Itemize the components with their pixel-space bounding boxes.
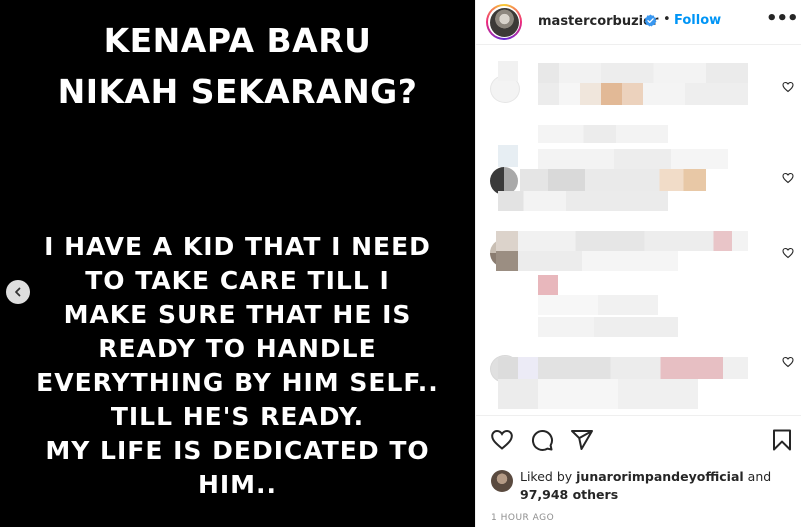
verified-badge-icon (644, 14, 657, 27)
blurred-text (518, 231, 748, 251)
previous-slide-button[interactable] (6, 280, 30, 304)
chevron-left-icon (15, 287, 21, 297)
comment-like-heart-icon[interactable] (782, 81, 794, 93)
comment-icon[interactable] (530, 428, 554, 452)
liked-by-avatar[interactable] (491, 470, 513, 492)
blurred-text (520, 169, 706, 191)
post-sidebar: mastercorbuzier • Follow ••• Liked by ju… (476, 0, 801, 527)
blurred-text (518, 251, 678, 271)
post-header: mastercorbuzier • Follow ••• (476, 0, 801, 45)
follow-button[interactable]: Follow (674, 13, 721, 28)
heart-icon[interactable] (490, 428, 514, 452)
comment-like-heart-icon[interactable] (782, 356, 794, 368)
comments-list (476, 45, 801, 415)
blurred-text (538, 317, 678, 337)
username-link[interactable]: mastercorbuzier (538, 14, 658, 29)
header-separator: • (663, 12, 671, 27)
blurred-text (538, 83, 748, 105)
avatar-image (489, 7, 519, 37)
post-body-line: READY TO HANDLE (98, 334, 377, 363)
blurred-text (538, 275, 558, 295)
blurred-text (498, 145, 518, 167)
post-title-line: KENAPA BARU (103, 21, 372, 60)
liked-by-conjunction: and (743, 469, 772, 484)
share-icon[interactable] (570, 428, 594, 452)
comment-like-heart-icon[interactable] (782, 172, 794, 184)
comment-like-heart-icon[interactable] (782, 247, 794, 259)
post-body-line: HIM.. (197, 470, 278, 499)
post-body-line: MAKE SURE THAT HE IS (63, 300, 412, 329)
post-body-line: EVERYTHING BY HIM SELF.. (36, 368, 439, 397)
blurred-text (498, 61, 518, 81)
blurred-text (498, 357, 748, 379)
post-title-line: NIKAH SEKARANG? (57, 72, 418, 111)
post-timestamp[interactable]: 1 HOUR AGO (491, 513, 554, 523)
blurred-text (538, 125, 668, 143)
bookmark-icon[interactable] (770, 428, 794, 452)
blurred-text (538, 149, 728, 169)
post-body-line: MY LIFE IS DEDICATED TO (45, 436, 430, 465)
blurred-text (498, 191, 668, 211)
more-options-icon[interactable]: ••• (766, 10, 799, 28)
likes-count-link[interactable]: 97,948 others (520, 487, 618, 502)
liked-by-prefix: Liked by (520, 469, 577, 484)
post-actions: Liked by junarorimpandeyofficial and 97,… (476, 415, 801, 528)
likes-summary: Liked by junarorimpandeyofficial and 97,… (520, 468, 790, 504)
post-body-line: I HAVE A KID THAT I NEED (44, 232, 431, 261)
blurred-text (538, 63, 748, 83)
blurred-text (498, 379, 698, 409)
avatar[interactable] (486, 4, 522, 40)
post-image: KENAPA BARU NIKAH SEKARANG? I HAVE A KID… (0, 0, 475, 527)
post-body-line: TILL HE'S READY. (110, 402, 365, 431)
post-body-line: TO TAKE CARE TILL I (85, 266, 390, 295)
blurred-text (496, 231, 518, 271)
blurred-text (538, 295, 658, 315)
liked-by-user-link[interactable]: junarorimpandeyofficial (576, 469, 744, 484)
